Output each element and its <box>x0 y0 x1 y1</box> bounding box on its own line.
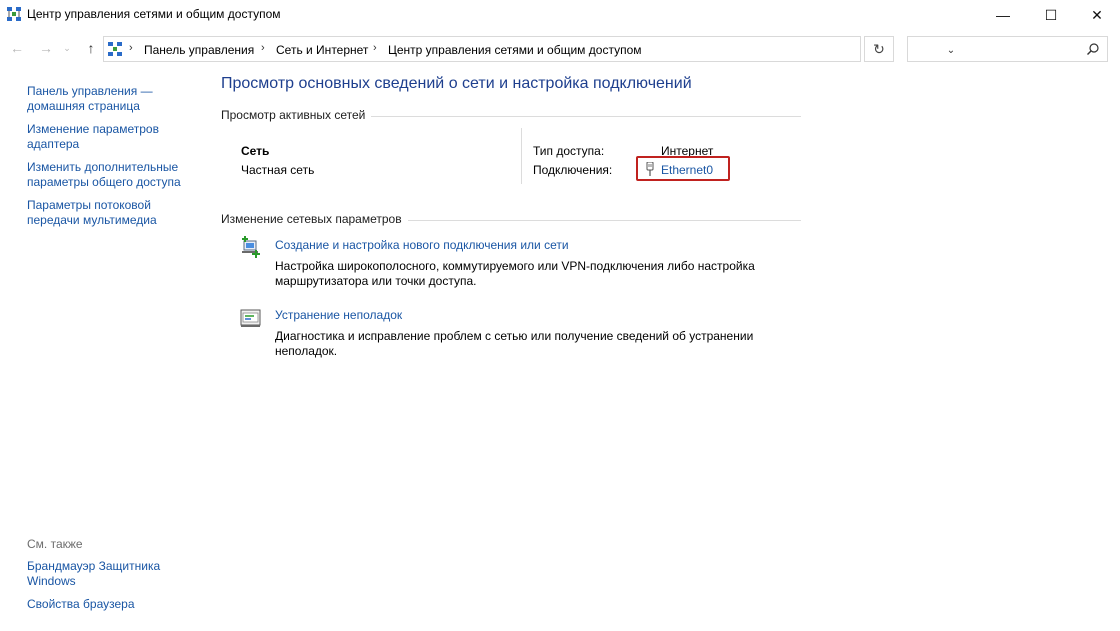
control-panel-icon <box>108 42 122 56</box>
sidebar-link-adapter-settings[interactable]: Изменение параметров адаптера <box>27 122 202 152</box>
back-button[interactable]: ← <box>8 39 26 57</box>
address-bar[interactable]: › Панель управления › Сеть и Интернет › … <box>103 36 955 62</box>
network-name: Сеть <box>241 144 270 158</box>
new-connection-icon <box>242 236 260 258</box>
close-icon: ✕ <box>1091 6 1103 23</box>
maximize-button[interactable]: ☐ <box>1028 0 1074 30</box>
breadcrumb-network-internet[interactable]: Сеть и Интернет <box>276 43 368 57</box>
link-line[interactable]: домашняя страница <box>27 99 140 113</box>
access-type-label: Тип доступа: <box>533 144 605 158</box>
see-also-label: См. также <box>27 537 83 551</box>
close-button[interactable]: ✕ <box>1074 0 1120 30</box>
link-line[interactable]: адаптера <box>27 137 79 151</box>
search-input[interactable] <box>907 36 1108 62</box>
troubleshoot-description: Диагностика и исправление проблем с сеть… <box>275 329 785 359</box>
left-pane: Панель управления — домашняя страница Из… <box>27 84 202 236</box>
refresh-icon: ↻ <box>873 40 885 57</box>
sidebar-link-advanced-sharing[interactable]: Изменить дополнительные параметры общего… <box>27 160 202 190</box>
ethernet-icon <box>646 162 654 176</box>
new-connection-link[interactable]: Создание и настройка нового подключения … <box>275 238 569 252</box>
ethernet-connection-link[interactable]: Ethernet0 <box>661 163 713 177</box>
chevron-down-icon: ⌄ <box>63 42 71 53</box>
new-connection-description: Настройка широкополосного, коммутируемог… <box>275 259 785 289</box>
search-field[interactable] <box>912 40 1082 58</box>
search-icon <box>1087 43 1099 55</box>
forward-arrow-icon: → <box>39 40 53 56</box>
link-line[interactable]: Брандмауэр Защитника <box>27 559 160 573</box>
network-category: Частная сеть <box>241 163 315 177</box>
breadcrumb-network-center[interactable]: Центр управления сетями и общим доступом <box>388 43 642 57</box>
see-also-link-browser-properties[interactable]: Свойства браузера <box>27 597 202 612</box>
link-line[interactable]: Свойства браузера <box>27 597 135 611</box>
link-line[interactable]: Изменение параметров <box>27 122 159 136</box>
up-arrow-icon: ↑ <box>87 40 95 56</box>
sidebar-link-control-panel-home[interactable]: Панель управления — домашняя страница <box>27 84 202 114</box>
breadcrumb-separator[interactable]: › <box>129 42 133 54</box>
link-line[interactable]: Параметры потоковой <box>27 198 151 212</box>
back-arrow-icon: ← <box>10 40 24 56</box>
breadcrumb-separator[interactable]: › <box>373 42 377 54</box>
recent-locations-button[interactable]: ⌄ <box>61 39 73 57</box>
minimize-button[interactable]: — <box>980 0 1026 30</box>
connections-label: Подключения: <box>533 163 613 177</box>
link-line[interactable]: параметры общего доступа <box>27 175 181 189</box>
description-line: Настройка широкополосного, коммутируемог… <box>275 259 755 273</box>
description-line: Диагностика и исправление проблем с сеть… <box>275 329 754 343</box>
window-title: Центр управления сетями и общим доступом <box>27 7 281 21</box>
up-button[interactable]: ↑ <box>82 39 100 57</box>
maximize-icon: ☐ <box>1044 6 1058 23</box>
see-also-links: Брандмауэр Защитника Windows Свойства бр… <box>27 559 202 620</box>
link-line[interactable]: Панель управления — <box>27 84 153 98</box>
breadcrumb-control-panel[interactable]: Панель управления <box>144 43 254 57</box>
troubleshoot-icon <box>240 309 261 327</box>
sidebar-link-media-streaming[interactable]: Параметры потоковой передачи мультимедиа <box>27 198 202 228</box>
network-center-icon <box>7 7 21 21</box>
description-line: неполадок. <box>275 344 338 358</box>
active-networks-heading: Просмотр активных сетей <box>221 108 372 122</box>
change-settings-heading: Изменение сетевых параметров <box>221 212 408 226</box>
troubleshoot-link[interactable]: Устранение неполадок <box>275 308 402 322</box>
minimize-icon: — <box>996 7 1010 23</box>
navigation-bar: ← → ⌄ ↑ › Панель управления › Сеть и Инт… <box>0 34 1120 64</box>
vertical-divider <box>521 128 522 184</box>
link-line[interactable]: Windows <box>27 574 76 588</box>
link-line[interactable]: передачи мультимедиа <box>27 213 157 227</box>
link-line[interactable]: Изменить дополнительные <box>27 160 178 174</box>
breadcrumb-separator[interactable]: › <box>261 42 265 54</box>
description-line: маршрутизатора или точки доступа. <box>275 274 477 288</box>
see-also-link-firewall[interactable]: Брандмауэр Защитника Windows <box>27 559 202 589</box>
forward-button[interactable]: → <box>37 39 55 57</box>
page-title: Просмотр основных сведений о сети и наст… <box>221 75 692 92</box>
refresh-button[interactable]: ↻ <box>864 36 894 62</box>
title-bar: Центр управления сетями и общим доступом… <box>0 0 1120 30</box>
